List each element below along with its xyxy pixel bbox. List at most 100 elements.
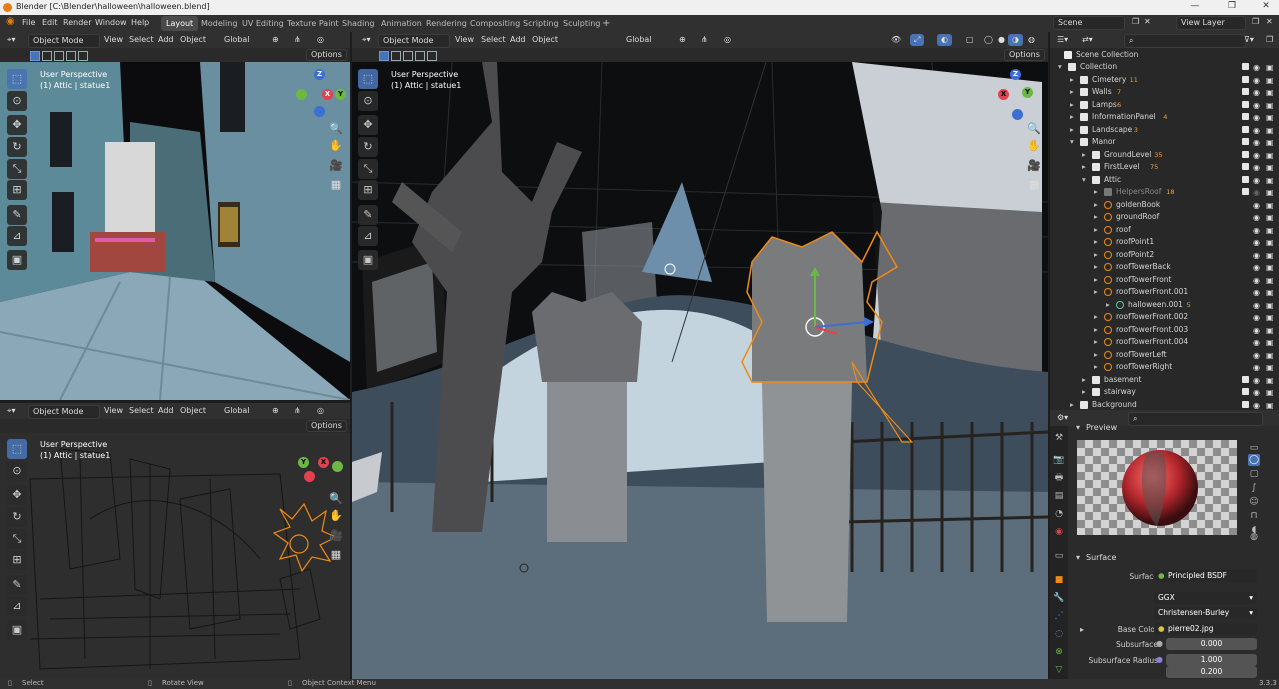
eye-icon[interactable]: ◉ — [1253, 275, 1260, 287]
maximize-button[interactable]: ❐ — [1222, 1, 1242, 11]
menu-view[interactable]: View — [100, 34, 127, 46]
eye-icon[interactable]: ◉ — [1253, 100, 1260, 112]
cursor-tool-icon[interactable]: ⊙ — [7, 461, 27, 481]
exclude-checkbox[interactable] — [1242, 113, 1249, 120]
outliner-row[interactable]: ▸ stairway ◉ ▣ — [1050, 386, 1279, 398]
rotate-tool-icon[interactable]: ↻ — [7, 137, 27, 157]
render-camera-icon[interactable]: ▣ — [1266, 175, 1274, 187]
exclude-checkbox[interactable] — [1242, 138, 1249, 145]
visibility-icon[interactable]: 👁 — [887, 34, 905, 46]
distribution-dropdown[interactable]: GGX ▾ — [1154, 592, 1257, 604]
outliner-row[interactable]: ▸ Lamps 6 ◉ ▣ — [1050, 99, 1279, 111]
tab-uv-editing[interactable]: UV Editing — [237, 16, 289, 31]
shading-material-icon[interactable]: ◑ — [1008, 34, 1023, 46]
expand-arrow-icon[interactable]: ▸ — [1094, 224, 1098, 236]
menu-view[interactable]: View — [100, 405, 127, 417]
gizmo-x-icon[interactable]: X — [322, 89, 333, 100]
outliner-row[interactable]: ▸ basement ◉ ▣ — [1050, 374, 1279, 386]
menu-add[interactable]: Add — [506, 34, 530, 46]
outliner-row[interactable]: ▸ Cimetery 11 ◉ ▣ — [1050, 74, 1279, 86]
eye-icon[interactable]: ◉ — [1253, 62, 1260, 74]
outliner-row[interactable]: ▸ roofTowerFront.002 ◉ ▣ — [1050, 311, 1279, 323]
eye-icon[interactable]: ◉ — [1253, 262, 1260, 274]
outliner-row[interactable]: ▸ halloween.001 5 ◉ ▣ — [1050, 299, 1279, 311]
tab-modeling[interactable]: Modeling — [196, 16, 242, 31]
shading-rendered-icon[interactable]: ◍ — [1024, 34, 1039, 46]
eye-icon[interactable]: ◉ — [1253, 325, 1260, 337]
particles-tab-icon[interactable]: ⋰ — [1053, 610, 1065, 622]
eye-icon[interactable]: ◉ — [1253, 312, 1260, 324]
eye-icon[interactable]: ◉ — [1253, 112, 1260, 124]
expand-arrow-icon[interactable]: ▸ — [1094, 274, 1098, 286]
tab-scripting[interactable]: Scripting — [518, 16, 564, 31]
render-camera-icon[interactable]: ▣ — [1266, 100, 1274, 112]
new-view-layer-icon[interactable]: ❐ — [1248, 16, 1263, 28]
outliner-search-input[interactable]: ⌕ — [1124, 34, 1246, 48]
expand-arrow-icon[interactable]: ▸ — [1094, 236, 1098, 248]
bottom-left-viewport[interactable]: User Perspective (1) Attic | statue1 ⬚ ⊙… — [0, 419, 350, 679]
gizmo-y-icon[interactable]: Y — [298, 457, 309, 468]
menu-add[interactable]: Add — [154, 34, 178, 46]
render-camera-icon[interactable]: ▣ — [1266, 262, 1274, 274]
menu-object[interactable]: Object — [528, 34, 562, 46]
render-camera-icon[interactable]: ▣ — [1266, 200, 1274, 212]
editor-type-icon[interactable]: ⌖▾ — [3, 405, 20, 417]
editor-type-icon[interactable]: ⌖▾ — [3, 34, 20, 46]
render-camera-icon[interactable]: ▣ — [1266, 187, 1274, 199]
menu-render[interactable]: Render — [63, 18, 91, 27]
move-tool-icon[interactable]: ✥ — [7, 485, 27, 505]
gizmo-x-icon[interactable]: X — [998, 89, 1009, 100]
preview-sphere-icon[interactable]: ◯ — [1248, 454, 1260, 466]
zoom-icon[interactable]: 🔍 — [1027, 122, 1041, 136]
expand-arrow-icon[interactable]: ▸ — [1082, 386, 1086, 398]
render-camera-icon[interactable]: ▣ — [1266, 112, 1274, 124]
expand-arrow-icon[interactable]: ▸ — [1106, 299, 1110, 311]
ortho-grid-icon[interactable]: ▦ — [329, 178, 343, 192]
expand-arrow-icon[interactable]: ▾ — [1058, 61, 1062, 73]
render-camera-icon[interactable]: ▣ — [1266, 375, 1274, 387]
render-camera-icon[interactable]: ▣ — [1266, 87, 1274, 99]
proportional-icon[interactable]: ◎ — [720, 34, 735, 46]
new-collection-icon[interactable]: ❐ — [1262, 34, 1277, 46]
preview-cube-icon[interactable]: ▢ — [1248, 468, 1260, 480]
menu-view[interactable]: View — [451, 34, 478, 46]
tab-shading[interactable]: Shading — [337, 16, 380, 31]
zoom-icon[interactable]: 🔍 — [329, 122, 343, 136]
world-tab-icon[interactable]: ◉ — [1053, 526, 1065, 538]
outliner-editor-icon[interactable]: ☰▾ — [1053, 34, 1072, 46]
output-tab-icon[interactable]: 🖶 — [1053, 472, 1065, 484]
render-camera-icon[interactable]: ▣ — [1266, 400, 1274, 411]
rotate-tool-icon[interactable]: ↻ — [7, 507, 27, 527]
data-tab-icon[interactable]: ▽ — [1053, 664, 1065, 676]
gizmo-y-icon[interactable]: Y — [1022, 87, 1033, 98]
exclude-checkbox[interactable] — [1242, 175, 1249, 183]
snap-icon[interactable]: ⋔ — [290, 405, 305, 417]
expand-arrow-icon[interactable]: ▾ — [1070, 136, 1074, 148]
expand-arrow-icon[interactable]: ▸ — [1094, 336, 1098, 348]
orientation-dropdown[interactable]: Global — [220, 405, 254, 417]
mode-dropdown[interactable]: Object Mode — [28, 405, 100, 419]
tool-tab-icon[interactable]: ⚒ — [1053, 432, 1065, 444]
eye-icon[interactable]: ◉ — [1253, 150, 1260, 162]
annotate-tool-icon[interactable]: ✎ — [358, 205, 378, 225]
gizmo-z-neg-icon[interactable] — [314, 106, 325, 117]
select-box-tool-icon[interactable]: ⬚ — [358, 69, 378, 89]
gizmo-z-icon[interactable]: Z — [1010, 69, 1021, 80]
eye-icon[interactable]: ◉ — [1253, 362, 1260, 374]
eye-icon[interactable]: ◉ — [1253, 250, 1260, 262]
gizmo-y-neg-icon[interactable] — [332, 461, 343, 472]
base-color-field[interactable]: ● pierre02.jpg — [1154, 623, 1257, 635]
render-camera-icon[interactable]: ▣ — [1266, 150, 1274, 162]
remove-scene-icon[interactable]: ✕ — [1140, 16, 1155, 28]
tab-layout[interactable]: Layout — [161, 16, 199, 31]
gizmo-toggle-icon[interactable]: ⤢ — [910, 34, 925, 46]
properties-editor-icon[interactable]: ⚙▾ — [1053, 412, 1072, 424]
expand-arrow-icon[interactable]: ▸ — [1070, 99, 1074, 111]
pivot-icon[interactable]: ⊕ — [675, 34, 690, 46]
select-mode-intersect-icon[interactable] — [78, 51, 88, 61]
preview-flat-icon[interactable]: ▭ — [1248, 442, 1260, 454]
scale-tool-icon[interactable]: ⤡ — [358, 159, 378, 179]
exclude-checkbox[interactable] — [1242, 63, 1249, 70]
scale-tool-icon[interactable]: ⤡ — [7, 529, 27, 549]
eye-icon[interactable]: ◉ — [1253, 225, 1260, 237]
